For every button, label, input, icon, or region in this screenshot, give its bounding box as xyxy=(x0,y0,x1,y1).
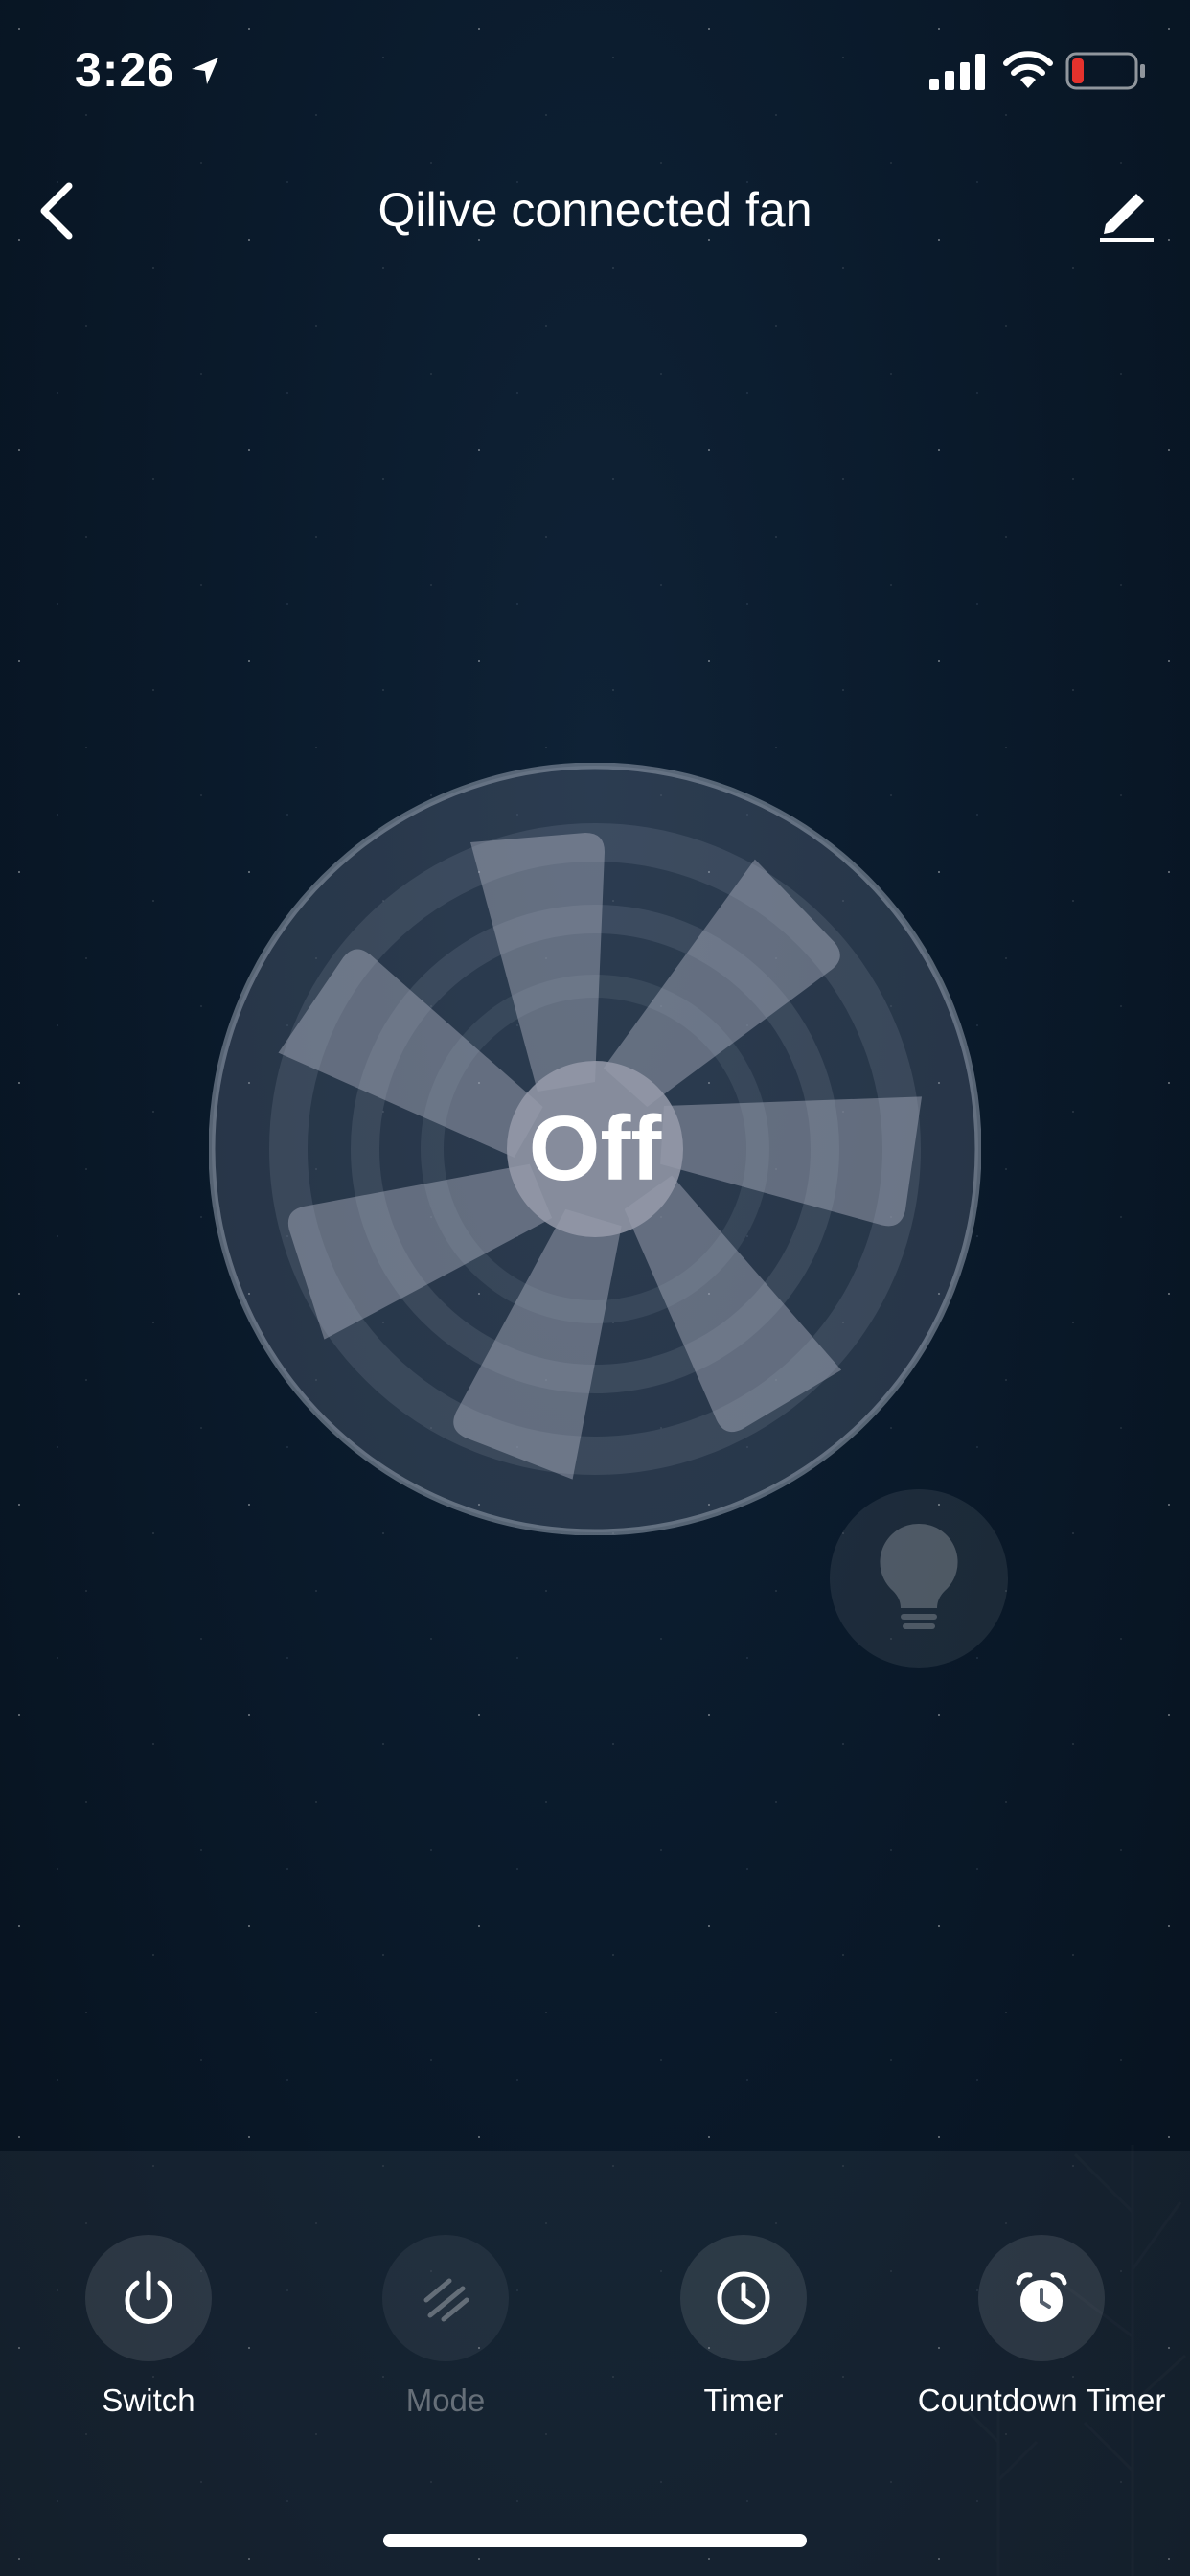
location-arrow-icon xyxy=(192,58,218,84)
timer-label: Timer xyxy=(703,2382,784,2418)
countdown-timer-label: Countdown Timer xyxy=(917,2382,1166,2418)
alarm-clock-icon xyxy=(1016,2272,1067,2322)
switch-label: Switch xyxy=(102,2382,195,2418)
home-indicator xyxy=(383,2534,807,2547)
fan-state-label: Off xyxy=(528,1097,662,1200)
lightbulb-icon xyxy=(880,1523,958,1629)
countdown-timer-button[interactable]: Countdown Timer xyxy=(893,2235,1190,2419)
status-bar: 3:26 xyxy=(0,0,1190,134)
pencil-icon xyxy=(1100,194,1154,242)
battery-low-icon xyxy=(1065,52,1145,90)
power-icon xyxy=(125,2270,172,2324)
switch-button[interactable]: Switch xyxy=(0,2235,297,2419)
nav-bar: Qilive connected fan xyxy=(0,153,1190,268)
fan-control[interactable]: Off xyxy=(209,763,981,1535)
bottom-control-bar: Switch Mode Timer Countdown Timer xyxy=(0,2150,1190,2576)
timer-button-circle xyxy=(680,2235,807,2361)
switch-button-circle xyxy=(85,2235,212,2361)
light-button[interactable] xyxy=(830,1489,1008,1668)
mode-icon xyxy=(423,2278,469,2322)
mode-label: Mode xyxy=(405,2382,486,2418)
edit-button[interactable] xyxy=(1092,178,1159,245)
page-title: Qilive connected fan xyxy=(378,183,812,237)
wifi-icon xyxy=(1003,51,1053,88)
mode-button-circle xyxy=(382,2235,509,2361)
timer-button[interactable]: Timer xyxy=(595,2235,892,2419)
countdown-timer-button-circle xyxy=(978,2235,1105,2361)
status-time: 3:26 xyxy=(75,43,175,97)
clock-icon xyxy=(717,2271,770,2325)
mode-button[interactable]: Mode xyxy=(297,2235,594,2419)
cellular-signal-icon xyxy=(929,54,985,90)
